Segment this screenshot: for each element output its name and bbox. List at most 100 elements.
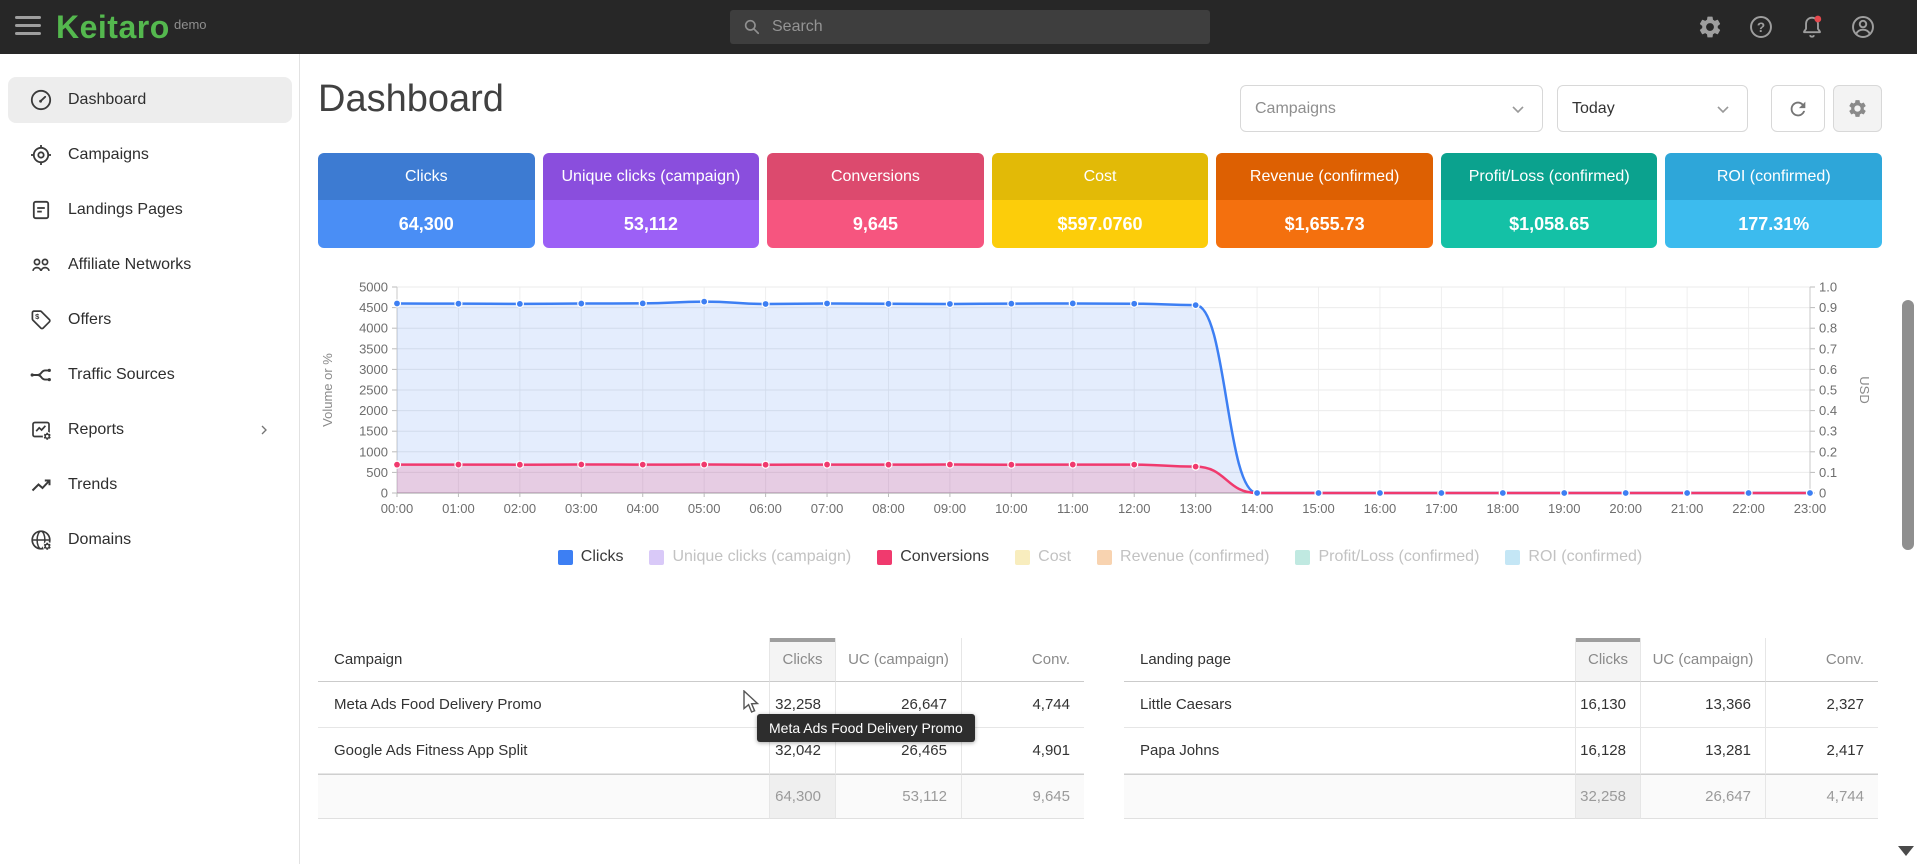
sidebar-item-trends[interactable]: Trends bbox=[8, 462, 292, 508]
svg-text:0.9: 0.9 bbox=[1819, 300, 1837, 315]
column-header-conv[interactable]: Conv. bbox=[961, 638, 1084, 682]
app-logo[interactable]: Keitaro bbox=[56, 9, 170, 46]
landing-name[interactable]: Little Caesars bbox=[1124, 682, 1575, 728]
target-icon bbox=[29, 143, 53, 167]
metric-label: Cost bbox=[992, 153, 1209, 200]
totals-clicks: 64,300 bbox=[769, 774, 835, 819]
dashboard-settings-button[interactable] bbox=[1833, 85, 1882, 132]
date-range-value: Today bbox=[1572, 100, 1713, 118]
date-range-select[interactable]: Today bbox=[1557, 85, 1748, 132]
help-icon[interactable]: ? bbox=[1748, 14, 1774, 40]
legend-label: Profit/Loss (confirmed) bbox=[1318, 548, 1479, 566]
column-header-conv[interactable]: Conv. bbox=[1765, 638, 1878, 682]
scroll-down-arrow[interactable] bbox=[1898, 846, 1914, 856]
account-icon[interactable] bbox=[1850, 14, 1876, 40]
metric-card-roi[interactable]: ROI (confirmed) 177.31% bbox=[1665, 153, 1882, 248]
svg-text:15:00: 15:00 bbox=[1302, 501, 1335, 516]
refresh-button[interactable] bbox=[1771, 85, 1825, 132]
svg-text:3000: 3000 bbox=[359, 362, 388, 377]
sidebar-item-label: Traffic Sources bbox=[68, 366, 175, 384]
svg-text:0.5: 0.5 bbox=[1819, 383, 1837, 398]
svg-text:08:00: 08:00 bbox=[872, 501, 905, 516]
column-header-clicks[interactable]: Clicks bbox=[1575, 638, 1640, 682]
scrollbar-thumb[interactable] bbox=[1902, 300, 1914, 550]
sidebar-item-domains[interactable]: Domains bbox=[8, 517, 292, 563]
landing-name[interactable]: Papa Johns bbox=[1124, 728, 1575, 774]
campaigns-filter-select[interactable]: Campaigns bbox=[1240, 85, 1543, 132]
metric-value: 177.31% bbox=[1665, 200, 1882, 248]
legend-item-revenue-confirmed[interactable]: Revenue (confirmed) bbox=[1097, 548, 1269, 566]
metric-card-profit-loss[interactable]: Profit/Loss (confirmed) $1,058.65 bbox=[1441, 153, 1658, 248]
globe-gear-icon bbox=[29, 528, 53, 552]
sidebar-item-traffic-sources[interactable]: Traffic Sources bbox=[8, 352, 292, 398]
legend-label: Unique clicks (campaign) bbox=[672, 548, 851, 566]
legend-swatch-icon bbox=[558, 550, 573, 565]
legend-swatch-icon bbox=[1015, 550, 1030, 565]
metric-label: Revenue (confirmed) bbox=[1216, 153, 1433, 200]
metric-cards: Clicks 64,300 Unique clicks (campaign) 5… bbox=[318, 153, 1882, 248]
global-search bbox=[730, 10, 1210, 44]
page-title: Dashboard bbox=[318, 78, 504, 121]
column-header-campaign[interactable]: Campaign bbox=[318, 638, 769, 682]
legend-label: Clicks bbox=[581, 548, 624, 566]
sort-indicator bbox=[770, 638, 835, 642]
column-header-uc[interactable]: UC (campaign) bbox=[835, 638, 961, 682]
metric-label: Clicks bbox=[318, 153, 535, 200]
sidebar-item-campaigns[interactable]: Campaigns bbox=[8, 132, 292, 178]
metric-card-cost[interactable]: Cost $597.0760 bbox=[992, 153, 1209, 248]
sidebar-item-reports[interactable]: Reports bbox=[8, 407, 292, 453]
sidebar-item-affiliate-networks[interactable]: Affiliate Networks bbox=[8, 242, 292, 288]
notifications-icon[interactable] bbox=[1799, 14, 1825, 40]
svg-text:00:00: 00:00 bbox=[381, 501, 414, 516]
totals-conv: 9,645 bbox=[961, 774, 1084, 819]
legend-item-conversions[interactable]: Conversions bbox=[877, 548, 989, 566]
svg-text:05:00: 05:00 bbox=[688, 501, 721, 516]
campaign-name[interactable]: Meta Ads Food Delivery Promo bbox=[318, 682, 769, 728]
svg-text:$: $ bbox=[35, 312, 40, 321]
settings-icon[interactable] bbox=[1697, 14, 1723, 40]
sidebar-item-label: Trends bbox=[68, 476, 117, 494]
legend-item-profit-loss-confirmed[interactable]: Profit/Loss (confirmed) bbox=[1295, 548, 1479, 566]
totals-conv: 4,744 bbox=[1765, 774, 1878, 819]
metric-card-conversions[interactable]: Conversions 9,645 bbox=[767, 153, 984, 248]
svg-text:21:00: 21:00 bbox=[1671, 501, 1704, 516]
sidebar-item-label: Reports bbox=[68, 421, 124, 439]
svg-text:09:00: 09:00 bbox=[934, 501, 967, 516]
svg-text:0.6: 0.6 bbox=[1819, 362, 1837, 377]
svg-text:02:00: 02:00 bbox=[504, 501, 537, 516]
totals-label bbox=[1124, 774, 1575, 819]
legend-item-clicks[interactable]: Clicks bbox=[558, 548, 624, 566]
svg-text:03:00: 03:00 bbox=[565, 501, 598, 516]
column-header-uc[interactable]: UC (campaign) bbox=[1640, 638, 1765, 682]
campaign-name[interactable]: Google Ads Fitness App Split bbox=[318, 728, 769, 774]
sidebar-item-landings-pages[interactable]: Landings Pages bbox=[8, 187, 292, 233]
logo-demo-badge: demo bbox=[174, 17, 207, 32]
metric-card-clicks[interactable]: Clicks 64,300 bbox=[318, 153, 535, 248]
metric-value: 9,645 bbox=[767, 200, 984, 248]
svg-text:1000: 1000 bbox=[359, 444, 388, 459]
metric-card-revenue[interactable]: Revenue (confirmed) $1,655.73 bbox=[1216, 153, 1433, 248]
svg-text:13:00: 13:00 bbox=[1179, 501, 1212, 516]
sidebar-item-offers[interactable]: $ Offers bbox=[8, 297, 292, 343]
metric-card-unique-clicks[interactable]: Unique clicks (campaign) 53,112 bbox=[543, 153, 760, 248]
legend-item-roi-confirmed[interactable]: ROI (confirmed) bbox=[1505, 548, 1642, 566]
hamburger-menu-icon[interactable] bbox=[15, 16, 43, 38]
topbar: Keitaro demo ? bbox=[0, 0, 1917, 54]
search-input[interactable] bbox=[772, 18, 1198, 36]
legend-item-unique-clicks-campaign[interactable]: Unique clicks (campaign) bbox=[649, 548, 851, 566]
svg-text:10:00: 10:00 bbox=[995, 501, 1028, 516]
document-icon bbox=[29, 198, 53, 222]
traffic-chart: 50001.045000.940000.835000.730000.625000… bbox=[318, 282, 1882, 587]
metric-label: Profit/Loss (confirmed) bbox=[1441, 153, 1658, 200]
sidebar-item-label: Offers bbox=[68, 311, 111, 329]
column-header-landing-page[interactable]: Landing page bbox=[1124, 638, 1575, 682]
svg-text:500: 500 bbox=[366, 465, 388, 480]
svg-text:1500: 1500 bbox=[359, 424, 388, 439]
landing-conv: 2,417 bbox=[1765, 728, 1878, 774]
svg-text:4500: 4500 bbox=[359, 300, 388, 315]
totals-uc: 53,112 bbox=[835, 774, 961, 819]
legend-item-cost[interactable]: Cost bbox=[1015, 548, 1071, 566]
sidebar-item-dashboard[interactable]: Dashboard bbox=[8, 77, 292, 123]
campaigns-filter-value: Campaigns bbox=[1255, 100, 1508, 118]
column-header-clicks[interactable]: Clicks bbox=[769, 638, 835, 682]
